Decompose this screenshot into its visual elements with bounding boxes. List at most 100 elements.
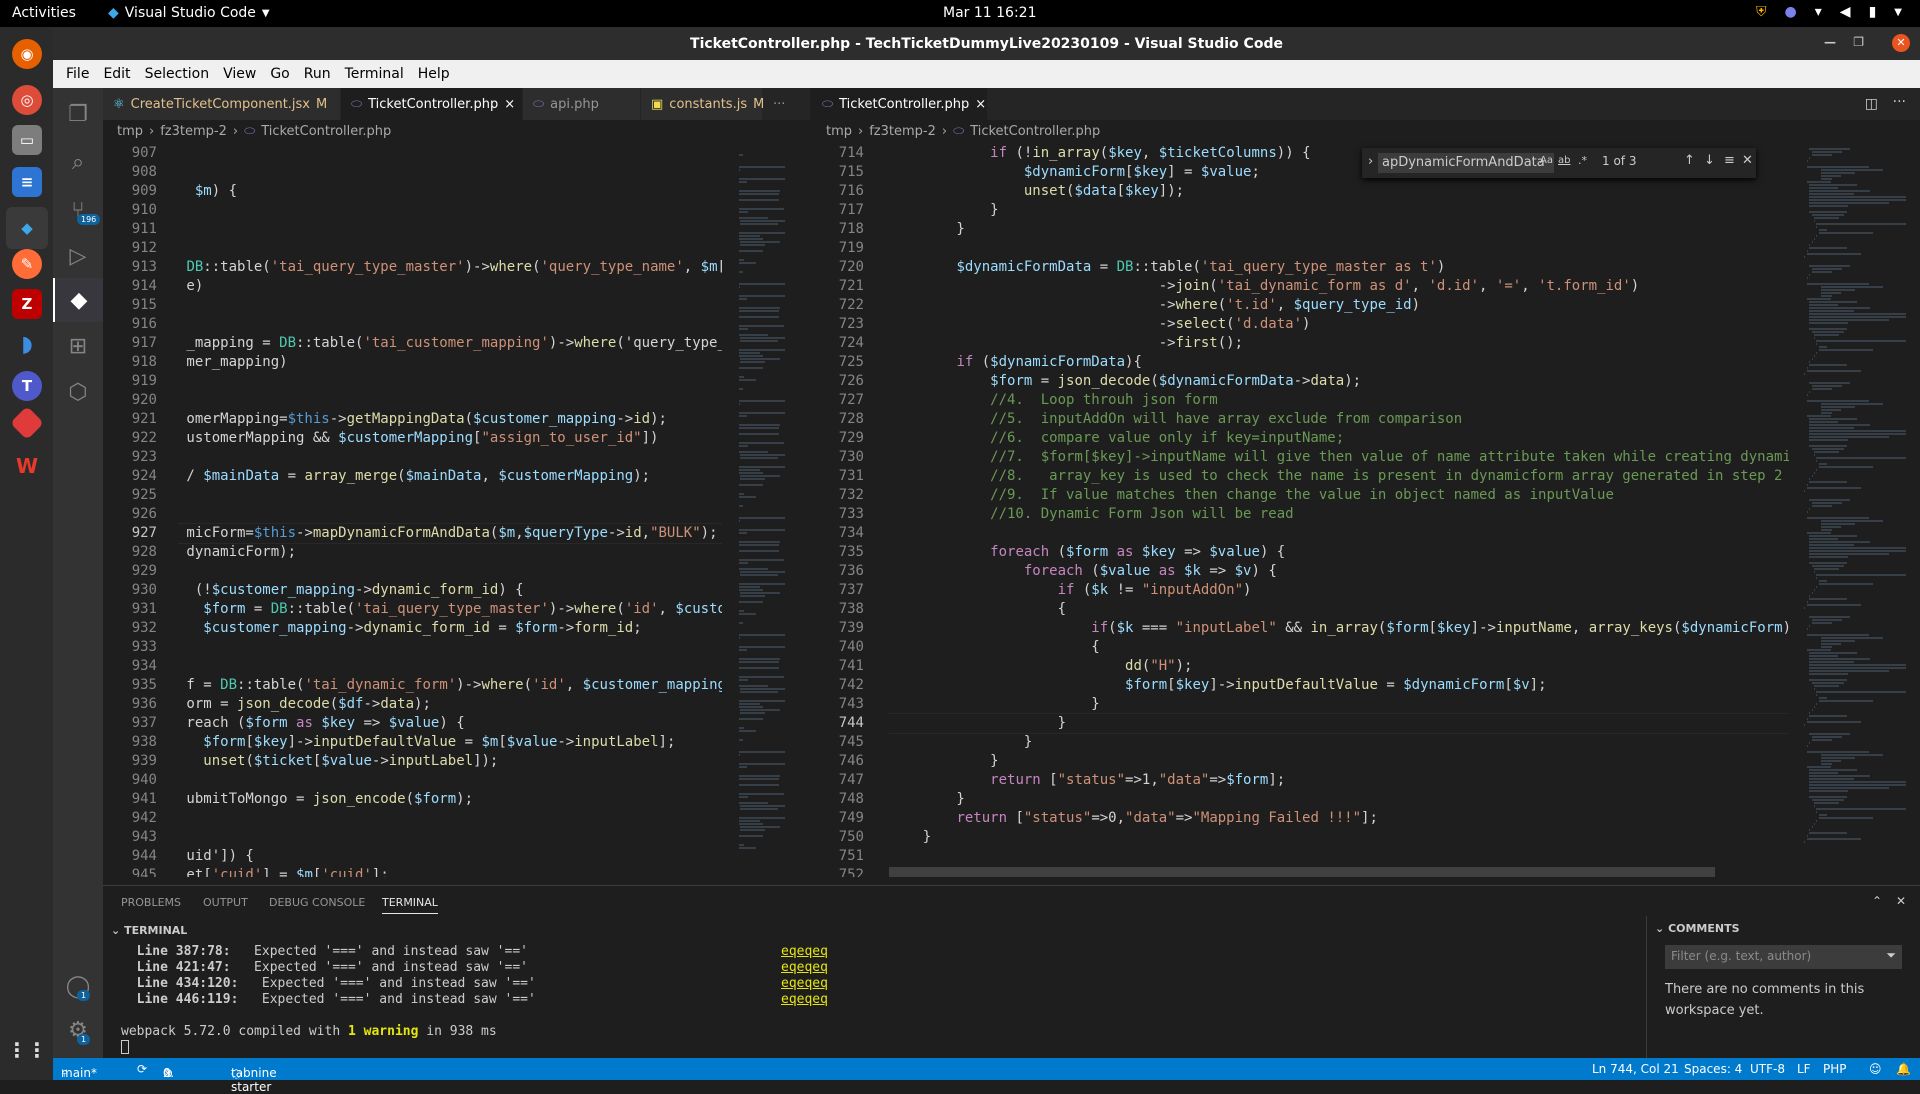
explorer-icon[interactable]: ❐ [53, 92, 103, 136]
code-line[interactable]: } [889, 201, 1789, 220]
code-line[interactable]: $form[$key]->inputDefaultValue = $m[$val… [178, 733, 722, 752]
code-line[interactable] [178, 448, 722, 467]
code-line[interactable]: f = DB::table('tai_dynamic_form')->where… [178, 676, 722, 695]
code-line[interactable]: $dynamicFormData = DB::table('tai_query_… [889, 258, 1789, 277]
horizontal-scrollbar[interactable] [889, 867, 1715, 877]
tab-ticket-controller[interactable]: ⬭ TicketController.php × [341, 88, 523, 120]
find-input[interactable]: apDynamicFormAndData [1378, 153, 1554, 173]
code-line[interactable]: unset($ticket[$value->inputLabel]); [178, 752, 722, 771]
code-line[interactable] [178, 296, 722, 315]
code-line[interactable]: } [889, 828, 1789, 847]
left-minimap[interactable] [732, 144, 810, 877]
chrome-icon[interactable]: ◎ [12, 85, 42, 115]
activities-button[interactable]: Activities [12, 5, 76, 21]
close-tab-icon[interactable]: × [975, 97, 986, 112]
feedback-icon[interactable]: ☺ [1869, 1062, 1882, 1076]
code-line[interactable]: { [889, 600, 1789, 619]
code-line[interactable] [178, 372, 722, 391]
tab-api[interactable]: ⬭ api.php [523, 88, 641, 120]
close-icon[interactable]: ✕ [1742, 153, 1753, 168]
code-line[interactable]: return ["status"=>1,"data"=>$form]; [889, 771, 1789, 790]
find-in-selection-icon[interactable]: ≡ [1724, 153, 1735, 168]
code-line[interactable] [178, 771, 722, 790]
files-icon[interactable]: ▭ [12, 125, 42, 155]
menu-edit[interactable]: Edit [96, 66, 137, 82]
comments-header[interactable]: ⌄ COMMENTS [1647, 916, 1920, 941]
code-line[interactable]: (!$customer_mapping->dynamic_form_id) { [178, 581, 722, 600]
chevron-right-icon[interactable]: › [1368, 154, 1373, 169]
code-line[interactable] [178, 201, 722, 220]
code-line[interactable]: ->first(); [889, 334, 1789, 353]
code-line[interactable]: unset($data[$key]); [889, 182, 1789, 201]
menu-run[interactable]: Run [297, 66, 338, 82]
code-line[interactable]: //7. $form[$key]->inputName will give th… [889, 448, 1789, 467]
code-line[interactable] [178, 828, 722, 847]
accounts-icon[interactable]: ◯ 1 [53, 964, 103, 1008]
code-line[interactable]: orm = json_decode($df->data); [178, 695, 722, 714]
code-line[interactable] [178, 220, 722, 239]
code-line[interactable]: mer_mapping) [178, 353, 722, 372]
tab-create-ticket-component[interactable]: ⚛ CreateTicketComponent.jsx M [103, 88, 341, 120]
code-line[interactable] [178, 562, 722, 581]
encoding[interactable]: UTF-8 [1750, 1062, 1785, 1076]
terminal-cursor[interactable] [121, 1040, 129, 1054]
code-line[interactable]: foreach ($form as $key => $value) { [889, 543, 1789, 562]
menu-terminal[interactable]: Terminal [338, 66, 411, 82]
code-line[interactable]: $m) { [178, 182, 722, 201]
code-line[interactable]: e) [178, 277, 722, 296]
wps-office-icon[interactable]: W [12, 451, 42, 481]
right-code-area[interactable]: if (!in_array($key, $ticketColumns)) { $… [889, 144, 1789, 877]
breadcrumb-item[interactable]: tmp [117, 124, 143, 139]
breadcrumb-item[interactable]: TicketController.php [261, 124, 391, 139]
manage-gear-icon[interactable]: ⚙ 1 [53, 1008, 103, 1052]
show-apps-icon[interactable]: ⋮⋮ [7, 1035, 47, 1065]
run-debug-icon[interactable]: ▷ [53, 234, 103, 278]
maximize-panel-icon[interactable]: ⌃ [1872, 894, 1882, 908]
code-line[interactable]: micForm=$this->mapDynamicFormAndData($m,… [178, 523, 722, 544]
code-line[interactable]: } [889, 790, 1789, 809]
code-line[interactable]: { [889, 638, 1789, 657]
system-tray[interactable]: ⛨ ● ▾ ◀ ▮ ▼ [1756, 4, 1902, 20]
anydesk-icon[interactable] [10, 406, 44, 440]
restore-icon[interactable]: ❐ [1853, 35, 1864, 49]
code-line[interactable]: //6. compare value only if key=inputName… [889, 429, 1789, 448]
cursor-position[interactable]: Ln 744, Col 21 [1592, 1062, 1679, 1076]
minimize-icon[interactable]: — [1824, 35, 1836, 49]
shield-icon[interactable]: ⛨ [1756, 4, 1767, 20]
comments-filter-input[interactable]: Filter (e.g. text, author) ⏷ [1665, 945, 1902, 969]
menu-file[interactable]: File [59, 66, 96, 82]
menu-help[interactable]: Help [411, 66, 457, 82]
clock[interactable]: Mar 11 16:21 [943, 5, 1036, 21]
lint-rule-link[interactable]: eqeqeq [781, 976, 828, 992]
code-line[interactable] [889, 239, 1789, 258]
sync-icon[interactable]: ⟳ [137, 1062, 147, 1076]
breadcrumb-item[interactable]: tmp [826, 124, 852, 139]
tab-ticket-controller-right[interactable]: ⬭ TicketController.php × [812, 88, 988, 120]
terminal-section-header[interactable]: ⌄ TERMINAL [103, 920, 1646, 942]
notifications-icon[interactable]: 🔔 [1896, 1062, 1911, 1076]
lint-rule-link[interactable]: eqeqeq [781, 944, 828, 960]
match-case-toggle[interactable]: Aa [1540, 155, 1553, 166]
more-actions-icon[interactable]: ··· [1893, 94, 1906, 110]
right-minimap[interactable] [1796, 144, 1906, 877]
code-line[interactable]: reach ($form as $key => $value) { [178, 714, 722, 733]
teams-icon[interactable]: T [12, 371, 42, 401]
code-line[interactable]: ->where('t.id', $query_type_id) [889, 296, 1789, 315]
breadcrumb-item[interactable]: fz3temp-2 [869, 124, 936, 139]
remote-explorer-icon[interactable]: ◆ [53, 278, 103, 322]
code-line[interactable]: uid']) { [178, 847, 722, 866]
tab-constants[interactable]: ▣ constants.js M [641, 88, 764, 120]
menu-selection[interactable]: Selection [138, 66, 217, 82]
extensions-icon[interactable]: ⊞ [53, 324, 103, 368]
terminal-output[interactable]: Line 387:78: Expected '===' and instead … [121, 944, 1621, 1056]
menu-go[interactable]: Go [263, 66, 296, 82]
code-line[interactable] [178, 638, 722, 657]
battery-icon[interactable]: ▮ [1869, 4, 1877, 20]
end-of-line[interactable]: LF [1797, 1062, 1811, 1076]
source-control-icon[interactable]: ⑂ 196 [53, 188, 103, 232]
code-line[interactable] [178, 239, 722, 258]
tab-output[interactable]: OUTPUT [203, 896, 248, 909]
close-panel-icon[interactable]: ✕ [1896, 894, 1906, 908]
code-line[interactable]: / $mainData = array_merge($mainData, $cu… [178, 467, 722, 486]
code-line[interactable]: et['cuid'] = $m['cuid']; [178, 866, 722, 877]
